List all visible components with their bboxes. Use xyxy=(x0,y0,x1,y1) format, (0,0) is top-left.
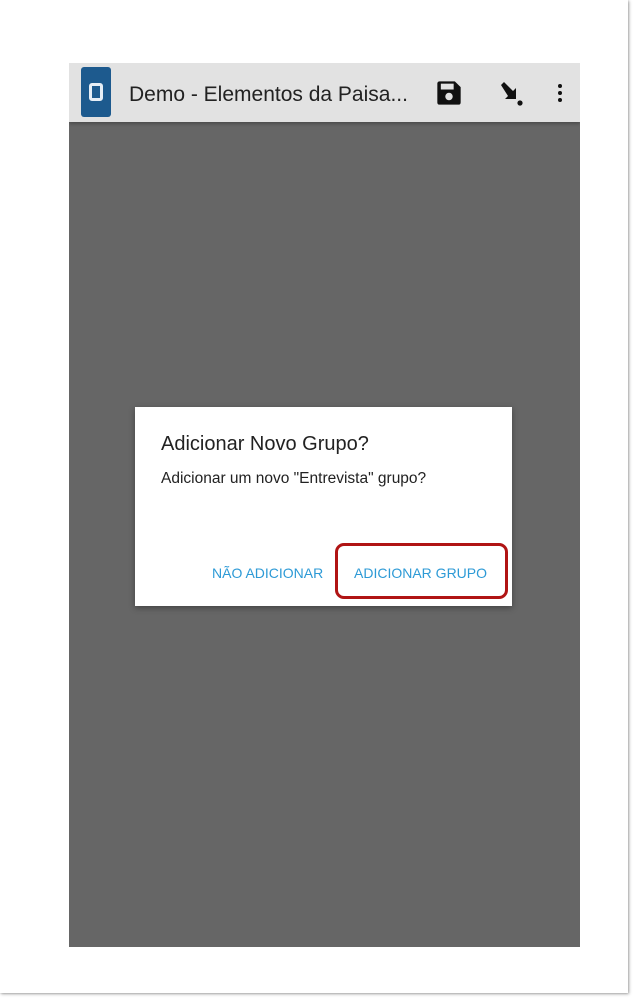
app-logo-mark xyxy=(89,83,103,101)
save-icon xyxy=(437,81,461,105)
more-vert-icon xyxy=(558,84,562,102)
export-arrow-icon xyxy=(501,82,523,106)
add-group-dialog: Adicionar Novo Grupo? Adicionar um novo … xyxy=(135,407,512,606)
highlight-box xyxy=(335,543,508,599)
phone-screen: Demo - Elementos da Paisa... Adicionar N… xyxy=(69,63,580,947)
dialog-message: Adicionar um novo "Entrevista" grupo? xyxy=(161,470,427,487)
overflow-menu-button[interactable] xyxy=(542,75,578,111)
export-button[interactable] xyxy=(493,75,529,111)
dont-add-button[interactable]: NÃO ADICIONAR xyxy=(212,564,323,582)
dialog-title: Adicionar Novo Grupo? xyxy=(161,433,369,455)
app-logo-icon[interactable] xyxy=(81,67,111,117)
save-button[interactable] xyxy=(431,75,467,111)
app-title: Demo - Elementos da Paisa... xyxy=(129,83,408,106)
action-bar: Demo - Elementos da Paisa... xyxy=(69,63,580,122)
